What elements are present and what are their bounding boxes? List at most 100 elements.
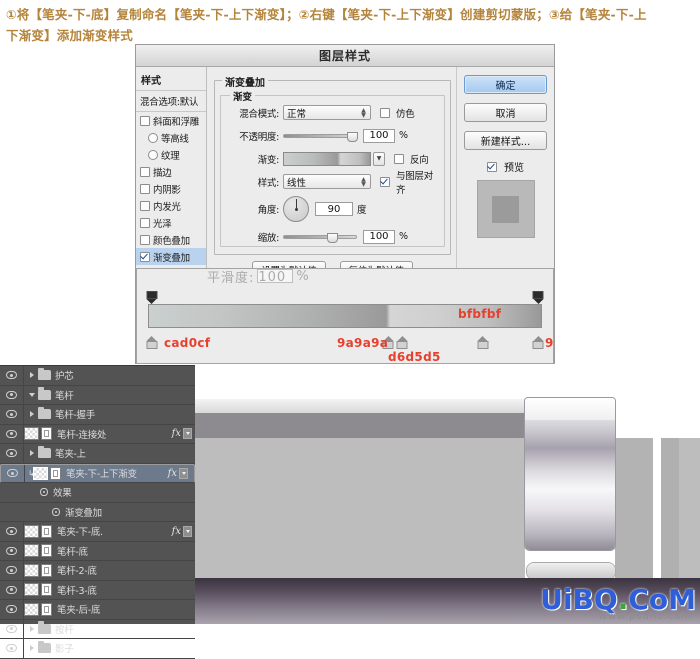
layer-mask-thumbnail[interactable] [50, 466, 61, 480]
visibility-toggle[interactable] [0, 405, 24, 424]
layer-thumbnail[interactable] [24, 602, 39, 616]
layer-row-group-bijia-shang[interactable]: 笔夹-上 [0, 444, 195, 464]
gradient-swatch[interactable] [283, 151, 371, 166]
style-item-contour[interactable]: 等高线 [136, 129, 206, 146]
style-item-inner-glow[interactable]: 内发光 [136, 197, 206, 214]
chevron-right-icon[interactable] [26, 411, 38, 417]
color-stop[interactable] [146, 336, 158, 349]
style-item-inner-shadow[interactable]: 内阴影 [136, 180, 206, 197]
chevron-right-icon[interactable] [26, 645, 38, 651]
checkbox-icon[interactable] [140, 183, 150, 194]
layer-row-group-yingzi[interactable]: 影子 [0, 639, 195, 659]
fx-icon[interactable]: fx [172, 428, 181, 439]
layer-row-bigan-di[interactable]: 笔杆-底 [0, 541, 195, 561]
visibility-toggle[interactable] [0, 639, 24, 658]
style-item-satin[interactable]: 光泽 [136, 214, 206, 231]
opacity-input[interactable]: 100 [363, 128, 395, 143]
chevron-right-icon[interactable] [26, 626, 38, 632]
visibility-toggle[interactable] [0, 366, 24, 385]
scale-input[interactable]: 100 [363, 229, 395, 244]
visibility-toggle[interactable] [0, 561, 24, 580]
layer-row-group-woshou[interactable]: 笔杆-握手 [0, 405, 195, 425]
layer-row-bijia-xia-gradient[interactable]: ↳ 笔夹-下-上下渐变 fx [0, 463, 195, 483]
layer-row-group-angan[interactable]: 按杆 [0, 619, 195, 639]
checkbox-checked-icon[interactable] [140, 251, 150, 262]
layer-mask-thumbnail[interactable] [41, 583, 52, 597]
opacity-stop[interactable] [532, 291, 544, 304]
cancel-button[interactable]: 取消 [464, 103, 547, 122]
checkbox-icon[interactable] [148, 132, 158, 143]
blending-options-default[interactable]: 混合选项:默认 [136, 91, 206, 112]
smoothness-input[interactable]: 100 [257, 269, 294, 283]
fx-icon[interactable]: fx [172, 526, 181, 537]
opacity-slider[interactable] [283, 130, 358, 142]
color-stop[interactable] [532, 336, 544, 349]
gradient-style-select[interactable]: 线性 ▲ ▼ [283, 174, 371, 189]
eye-small-icon[interactable] [40, 488, 48, 497]
layer-row-bijia-hou-di[interactable]: 笔夹-后-底 [0, 600, 195, 620]
slider-knob[interactable] [327, 232, 338, 243]
layer-row-effects[interactable]: 效果 [0, 483, 195, 503]
chevron-down-icon[interactable] [26, 393, 38, 397]
blend-mode-select[interactable]: 正常 ▲ ▼ [283, 105, 371, 120]
visibility-toggle[interactable] [0, 522, 24, 541]
artwork-canvas[interactable]: UiBQ.CoM www.psanz.com [195, 365, 700, 624]
layer-thumbnail[interactable] [24, 524, 39, 538]
layer-mask-thumbnail[interactable] [41, 602, 52, 616]
checkbox-icon[interactable] [140, 200, 150, 211]
checkbox-checked-icon[interactable] [487, 161, 497, 172]
fx-expand-icon[interactable] [183, 525, 192, 537]
reverse-checkbox[interactable]: 反向 [394, 152, 429, 166]
layer-thumbnail[interactable] [24, 544, 39, 558]
visibility-toggle[interactable] [0, 580, 24, 599]
style-item-color-overlay[interactable]: 颜色叠加 [136, 231, 206, 248]
layer-mask-thumbnail[interactable] [41, 563, 52, 577]
fx-expand-icon[interactable] [183, 428, 192, 440]
layer-row-effect-gradient-overlay[interactable]: 渐变叠加 [0, 503, 195, 522]
eye-small-icon[interactable] [52, 507, 60, 516]
angle-dial[interactable] [283, 196, 309, 222]
chevron-down-icon[interactable]: ▼ [373, 151, 385, 166]
dither-checkbox[interactable]: 仿色 [380, 106, 415, 120]
checkbox-icon[interactable] [394, 153, 404, 164]
fx-collapse-icon[interactable] [179, 467, 188, 479]
checkbox-checked-icon[interactable] [380, 176, 390, 187]
ok-button[interactable]: 确定 [464, 75, 547, 94]
style-item-stroke[interactable]: 描边 [136, 163, 206, 180]
layer-row-bigan-3-di[interactable]: 笔杆-3-底 [0, 580, 195, 600]
color-stop[interactable] [477, 336, 489, 349]
layer-mask-thumbnail[interactable] [41, 544, 52, 558]
layer-mask-thumbnail[interactable] [41, 524, 52, 538]
checkbox-icon[interactable] [380, 107, 390, 118]
layer-thumbnail[interactable] [24, 583, 39, 597]
visibility-toggle[interactable] [0, 600, 24, 619]
visibility-toggle[interactable] [0, 619, 24, 638]
visibility-toggle[interactable] [0, 541, 24, 560]
layer-row-group-bigan[interactable]: 笔杆 [0, 385, 195, 405]
checkbox-icon[interactable] [140, 115, 150, 126]
visibility-toggle[interactable] [0, 385, 24, 404]
checkbox-icon[interactable] [140, 217, 150, 228]
style-item-bevel-emboss[interactable]: 斜面和浮雕 [136, 112, 206, 129]
align-with-layer-checkbox[interactable]: 与图层对齐 [380, 168, 438, 196]
layer-mask-thumbnail[interactable] [41, 427, 52, 441]
layer-row-bigan-2-di[interactable]: 笔杆-2-底 [0, 561, 195, 581]
color-stop[interactable] [396, 336, 408, 349]
layer-thumbnail[interactable] [33, 466, 48, 480]
visibility-toggle[interactable] [0, 444, 24, 463]
visibility-toggle[interactable] [0, 424, 24, 443]
chevron-right-icon[interactable] [26, 450, 38, 456]
angle-input[interactable]: 90 [315, 202, 353, 216]
style-item-texture[interactable]: 纹理 [136, 146, 206, 163]
layer-thumbnail[interactable] [24, 427, 39, 441]
scale-slider[interactable] [283, 231, 357, 243]
style-item-gradient-overlay[interactable]: 渐变叠加 [136, 248, 206, 265]
layer-row-lianjiechu[interactable]: 笔杆-连接处 fx [0, 424, 195, 444]
layer-row-bijia-xia-di[interactable]: 笔夹-下-底. fx [0, 522, 195, 542]
opacity-stop[interactable] [146, 291, 158, 304]
checkbox-icon[interactable] [140, 234, 150, 245]
slider-knob[interactable] [347, 131, 358, 142]
checkbox-icon[interactable] [148, 149, 158, 160]
new-style-button[interactable]: 新建样式... [464, 131, 547, 150]
visibility-toggle[interactable] [1, 464, 25, 482]
